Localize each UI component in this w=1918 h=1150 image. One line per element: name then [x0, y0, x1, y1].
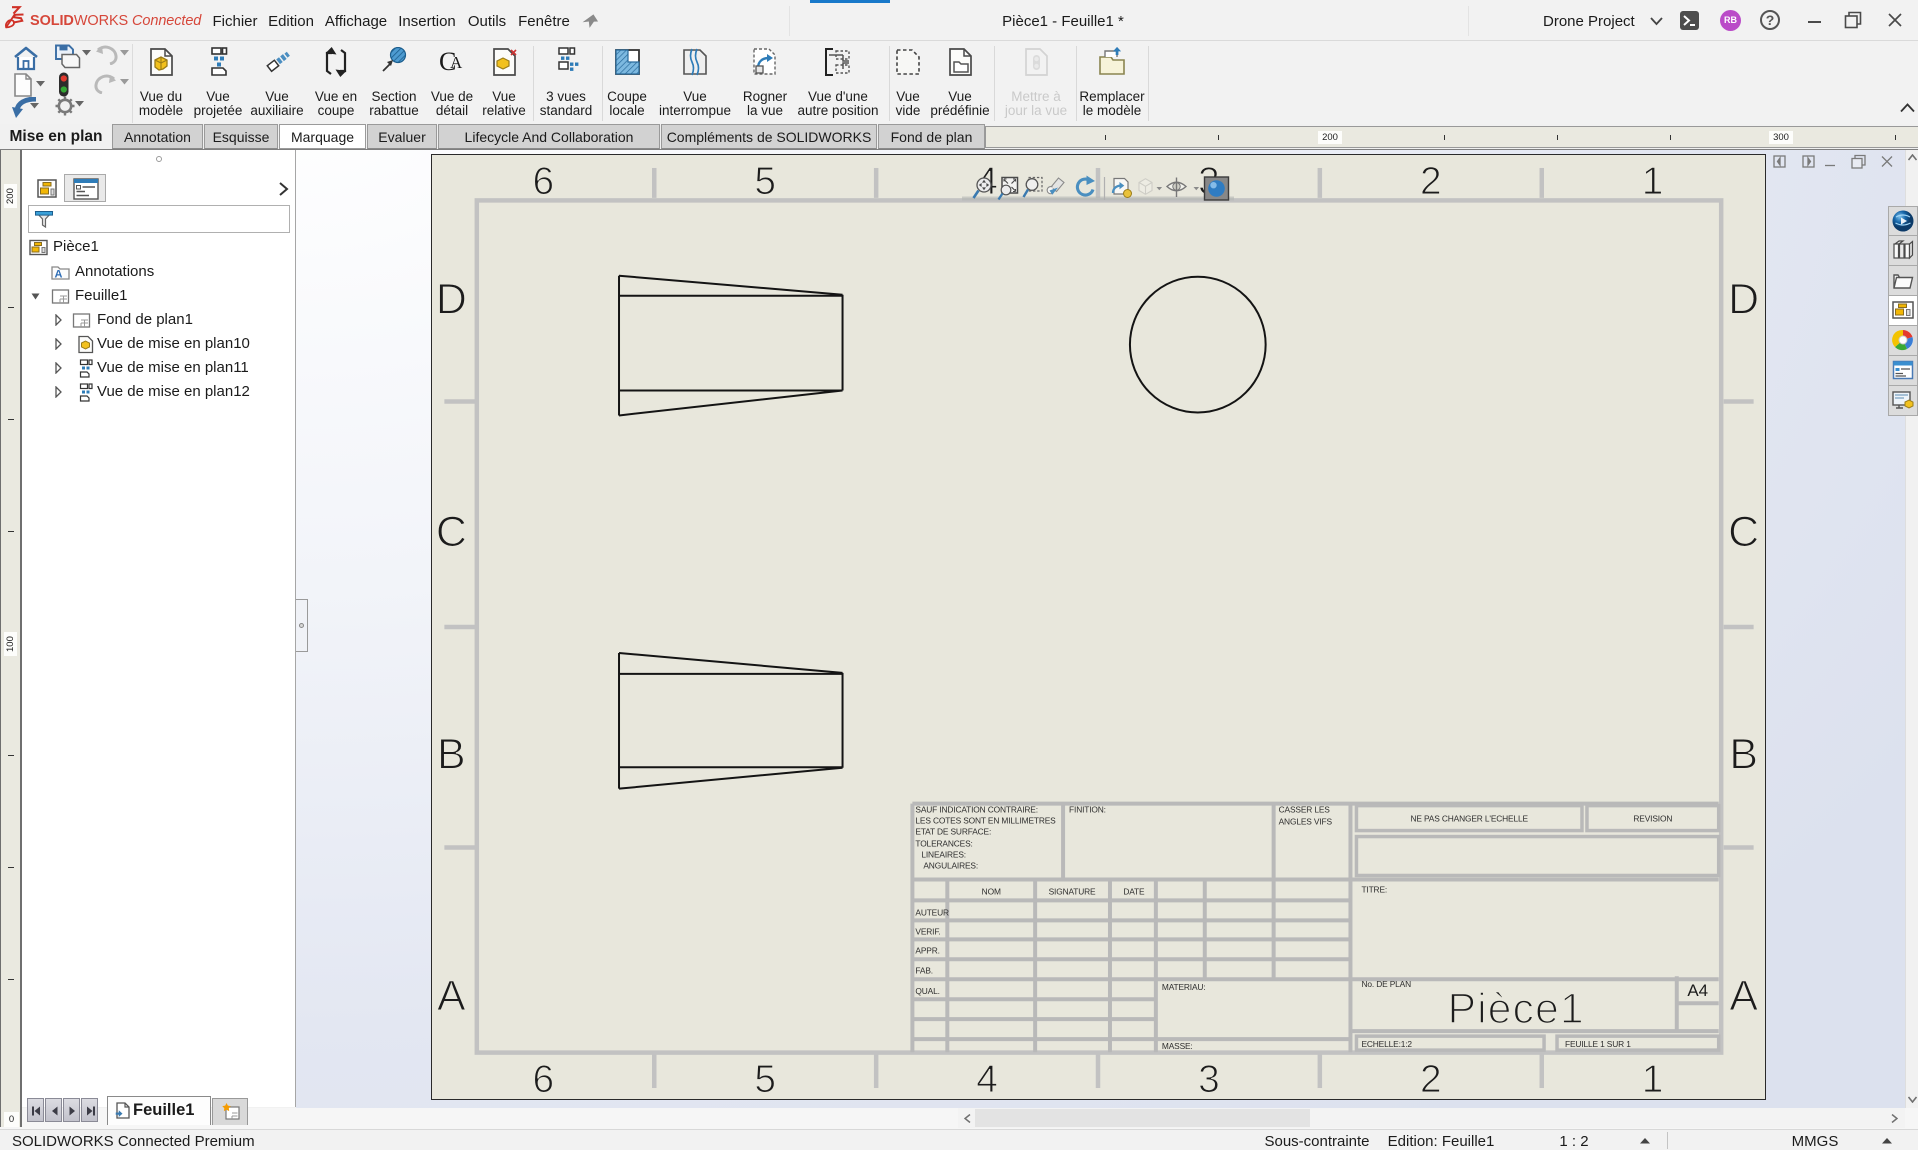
svg-text:SAUF INDICATION CONTRAIRE:: SAUF INDICATION CONTRAIRE:: [915, 805, 1038, 815]
svg-text:ANGULAIRES:: ANGULAIRES:: [923, 860, 978, 870]
svg-text:NOM: NOM: [982, 886, 1001, 896]
svg-text:6: 6: [533, 1058, 555, 1100]
svg-text:SIGNATURE: SIGNATURE: [1049, 886, 1096, 896]
svg-text:ANGLES VIFS: ANGLES VIFS: [1279, 817, 1333, 827]
svg-text:4: 4: [976, 1058, 998, 1100]
svg-text:FEUILLE 1 SUR 1: FEUILLE 1 SUR 1: [1565, 1039, 1631, 1049]
svg-text:FINITION:: FINITION:: [1069, 805, 1106, 815]
svg-text:NE PAS CHANGER L'ECHELLE: NE PAS CHANGER L'ECHELLE: [1410, 814, 1528, 824]
svg-text:No. DE PLAN: No. DE PLAN: [1361, 979, 1411, 989]
svg-text:D: D: [1728, 276, 1759, 324]
svg-text:MASSE:: MASSE:: [1162, 1041, 1193, 1051]
svg-text:LES COTES SONT EN MILLIMETRES: LES COTES SONT EN MILLIMETRES: [915, 816, 1056, 826]
svg-text:D: D: [436, 276, 467, 324]
svg-text:A: A: [1729, 972, 1758, 1020]
svg-text:2: 2: [1420, 160, 1442, 203]
svg-text:FAB.: FAB.: [915, 965, 933, 975]
svg-text:1: 1: [1642, 160, 1664, 203]
svg-text:MATERIAU:: MATERIAU:: [1162, 982, 1206, 992]
svg-text:5: 5: [754, 1058, 776, 1100]
svg-text:AUTEUR: AUTEUR: [915, 907, 949, 917]
svg-text:A: A: [437, 972, 466, 1020]
svg-text:C: C: [436, 508, 467, 556]
svg-text:A: A: [55, 268, 63, 280]
svg-text:TOLERANCES:: TOLERANCES:: [915, 839, 972, 849]
svg-text:Pièce1: Pièce1: [1448, 985, 1585, 1033]
svg-text:6: 6: [533, 160, 555, 203]
svg-text:B: B: [437, 731, 466, 779]
svg-text:QUAL.: QUAL.: [915, 986, 939, 996]
svg-text:CASSER LES: CASSER LES: [1279, 805, 1331, 815]
svg-text:TITRE:: TITRE:: [1361, 884, 1387, 894]
svg-text:1: 1: [1642, 1058, 1664, 1100]
svg-text:B: B: [1729, 731, 1758, 779]
svg-text:5: 5: [754, 160, 776, 203]
svg-text:C: C: [1728, 508, 1759, 556]
svg-text:VERIF.: VERIF.: [915, 926, 940, 936]
svg-text:REVISION: REVISION: [1633, 814, 1672, 824]
svg-text:LINEAIRES:: LINEAIRES:: [921, 850, 966, 860]
svg-text:DATE: DATE: [1123, 886, 1145, 896]
svg-text:A4: A4: [1687, 981, 1708, 1000]
svg-text:3: 3: [1198, 1058, 1220, 1100]
svg-text:2: 2: [1420, 1058, 1442, 1100]
svg-text:APPR.: APPR.: [915, 945, 939, 955]
svg-text:ECHELLE:1:2: ECHELLE:1:2: [1361, 1039, 1412, 1049]
svg-text:ETAT DE SURFACE:: ETAT DE SURFACE:: [915, 827, 991, 837]
